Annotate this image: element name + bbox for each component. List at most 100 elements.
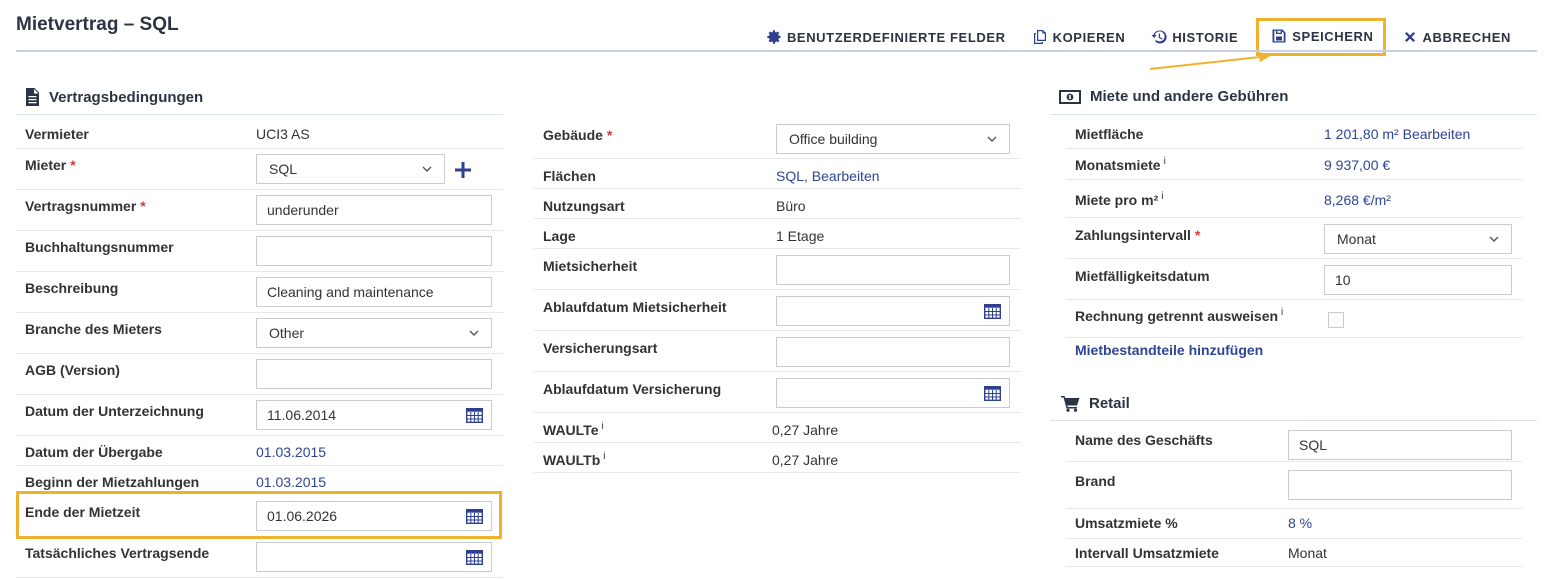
shop-name-input[interactable]: SQL (1288, 430, 1512, 460)
areas-row: Flächen SQL, Bearbeiten (534, 159, 1020, 189)
deposit-input[interactable] (776, 255, 1010, 285)
due-date-input[interactable]: 10 (1324, 265, 1512, 295)
payment-interval-row: Zahlungsintervall * Monat (1066, 218, 1522, 259)
areas-label: Flächen (543, 168, 596, 184)
brand-input[interactable] (1288, 470, 1512, 500)
signing-date-label: Datum der Unterzeichnung (25, 403, 204, 419)
retail-section-title: Retail (1089, 395, 1130, 412)
signing-date-row: Datum der Unterzeichnung 11.06.2014 (16, 395, 503, 436)
calendar-icon[interactable] (984, 386, 1001, 401)
terms-version-row: AGB (Version) (16, 354, 503, 395)
actual-end-label: Tatsächliches Vertragsende (25, 545, 210, 561)
payment-interval-select[interactable]: Monat (1324, 224, 1512, 254)
rental-area-label: Mietfläche (1075, 126, 1144, 142)
turnover-rent-label: Umsatzmiete % (1075, 515, 1178, 531)
areas-value: SQL, Bearbeiten (776, 168, 880, 184)
waultb-row: WAULTb i 0,27 Jahre (534, 443, 1020, 473)
calendar-icon[interactable] (466, 550, 483, 565)
tenant-industry-label: Branche des Mieters (25, 321, 162, 337)
lease-end-highlight (16, 491, 502, 539)
description-label: Beschreibung (25, 280, 119, 296)
rent-section-title: Miete und andere Gebühren (1090, 88, 1289, 105)
deposit-expiry-input[interactable] (776, 296, 1010, 326)
document-icon (26, 88, 39, 106)
handover-date-row: Datum der Übergabe 01.03.2015 (16, 436, 503, 466)
cart-icon (1061, 396, 1080, 412)
info-icon[interactable]: i (601, 421, 603, 432)
insurance-type-label: Versicherungsart (543, 340, 658, 356)
contract-number-row: Vertragsnummer * underunder (16, 190, 503, 231)
actual-end-input[interactable] (256, 542, 492, 572)
terms-version-input[interactable] (256, 359, 492, 389)
header-divider (16, 50, 1537, 52)
handover-date-label: Datum der Übergabe (25, 444, 163, 460)
due-date-row: Mietfälligkeitsdatum 10 (1066, 259, 1522, 300)
building-label: Gebäude * (543, 127, 613, 143)
landlord-row: Vermieter UCI3 AS (16, 115, 503, 149)
calendar-icon[interactable] (466, 408, 483, 423)
tenant-industry-row: Branche des Mieters Other (16, 313, 503, 354)
insurance-expiry-row: Ablaufdatum Versicherung (534, 372, 1020, 413)
building-select-value: Office building (789, 131, 878, 147)
tenant-select[interactable]: SQL (256, 154, 445, 184)
custom-fields-button[interactable]: BENUTZERDEFINIERTE FELDER (766, 29, 1006, 45)
info-icon[interactable]: i (1164, 156, 1166, 167)
deposit-row: Mietsicherheit (534, 249, 1020, 290)
separate-invoice-row: Rechnung getrennt ausweisen i (1066, 300, 1522, 338)
page-title: Mietvertrag – SQL (16, 14, 179, 35)
location-value: 1 Etage (776, 228, 825, 244)
calendar-icon[interactable] (984, 304, 1001, 319)
copy-button[interactable]: KOPIEREN (1032, 29, 1126, 45)
rental-area-link[interactable]: 1 201,80 m² Bearbeiten (1324, 126, 1470, 142)
landlord-value: UCI3 AS (256, 126, 310, 142)
chevron-down-icon (422, 166, 432, 172)
contract-number-input[interactable]: underunder (256, 195, 492, 225)
insurance-type-input[interactable] (776, 337, 1010, 367)
turnover-rent-row: Umsatzmiete % 8 % (1066, 509, 1522, 539)
accounting-number-input[interactable] (256, 236, 492, 266)
tenant-industry-select[interactable]: Other (256, 318, 492, 348)
handover-date-link[interactable]: 01.03.2015 (256, 444, 326, 460)
usage-value: Büro (776, 198, 806, 214)
signing-date-value: 11.06.2014 (267, 407, 337, 423)
separate-invoice-label: Rechnung getrennt ausweisen i (1075, 307, 1284, 324)
brand-row: Brand (1066, 462, 1522, 509)
building-row: Gebäude * Office building (534, 118, 1020, 159)
contract-number-label: Vertragsnummer * (25, 198, 146, 214)
cancel-button[interactable]: ABBRECHEN (1402, 29, 1511, 45)
copy-label: KOPIEREN (1052, 29, 1126, 45)
description-input[interactable]: Cleaning and maintenance (256, 277, 492, 307)
rent-start-link[interactable]: 01.03.2015 (256, 474, 326, 490)
save-label: SPEICHERN (1292, 28, 1374, 44)
tenant-industry-value: Other (269, 325, 305, 341)
tenant-row: Mieter * SQL (16, 149, 503, 190)
info-icon[interactable]: i (1161, 191, 1163, 202)
close-icon (1404, 32, 1415, 42)
turnover-rent-value[interactable]: 8 % (1288, 515, 1312, 531)
building-select[interactable]: Office building (776, 124, 1010, 154)
brand-label: Brand (1075, 473, 1116, 489)
info-icon[interactable]: i (603, 451, 605, 462)
accounting-number-label: Buchhaltungsnummer (25, 239, 174, 255)
info-icon[interactable]: i (1281, 307, 1283, 318)
add-tenant-icon[interactable] (455, 162, 471, 178)
deposit-expiry-label: Ablaufdatum Mietsicherheit (543, 299, 727, 315)
insurance-expiry-input[interactable] (776, 378, 1010, 408)
rent-start-label: Beginn der Mietzahlungen (25, 474, 200, 490)
retail-section-heading: Retail (1061, 395, 1130, 412)
rental-area-row: Mietfläche 1 201,80 m² Bearbeiten (1066, 115, 1522, 149)
monthly-rent-label: Monatsmiete i (1075, 156, 1166, 173)
turnover-interval-value: Monat (1288, 545, 1327, 561)
history-button[interactable]: HISTORIE (1151, 29, 1238, 45)
areas-link[interactable]: SQL (776, 168, 804, 184)
add-rent-components-link[interactable]: Mietbestandteile hinzufügen (1075, 342, 1263, 358)
save-icon (1272, 29, 1286, 43)
location-label: Lage (543, 228, 576, 244)
rent-per-m2-value[interactable]: 8,268 €/m² (1324, 192, 1391, 208)
annotation-arrow (1149, 52, 1272, 70)
separate-invoice-checkbox[interactable] (1328, 312, 1344, 328)
waulte-value: 0,27 Jahre (772, 422, 839, 438)
monthly-rent-value[interactable]: 9 937,00 € (1324, 157, 1390, 173)
signing-date-input[interactable]: 11.06.2014 (256, 400, 492, 430)
areas-edit-link[interactable]: Bearbeiten (812, 168, 880, 184)
